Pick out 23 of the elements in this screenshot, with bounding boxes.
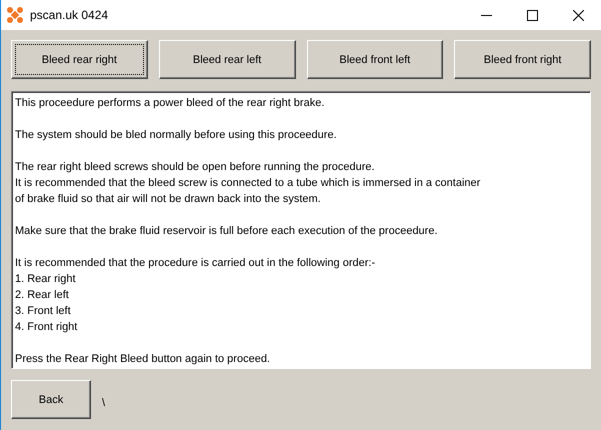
message-line: This proceedure performs a power bleed of the rear right brake. bbox=[15, 96, 326, 111]
minimize-icon[interactable] bbox=[480, 14, 492, 16]
message-line: It is recommended that the bleed screw is connected to a tube which is immersed in a container bbox=[15, 176, 482, 191]
bleed-button[interactable]: Bleed front right bbox=[454, 40, 591, 79]
message-line: 1. Rear right bbox=[15, 272, 77, 287]
bleed-button[interactable]: Bleed rear right bbox=[11, 40, 148, 79]
status-text: \ bbox=[102, 396, 106, 408]
message-line: of brake fluid so that air will not be drawn back into the system. bbox=[15, 192, 322, 207]
message-line: The system should be bled normally before using this proceedure. bbox=[15, 128, 338, 143]
bleed-button[interactable]: Bleed rear left bbox=[158, 40, 296, 79]
bleed-button[interactable]: Bleed front left bbox=[306, 40, 444, 79]
message-line: 4. Front right bbox=[15, 320, 78, 335]
back-button[interactable]: Back bbox=[11, 380, 91, 419]
message-line: It is recommended that the procedure is carried out in the following order:- bbox=[15, 256, 376, 271]
maximize-icon[interactable] bbox=[526, 10, 538, 20]
message-line: Make sure that the brake fluid reservoir is full before each execution of the proceedure. bbox=[15, 224, 439, 239]
window-title: pscan.uk 0424 bbox=[30, 8, 110, 22]
app-logo-icon bbox=[7, 7, 23, 23]
close-icon[interactable] bbox=[572, 10, 584, 20]
message-line: 3. Front left bbox=[15, 304, 72, 319]
message-line: The rear right bleed screws should be open before running the procedure. bbox=[15, 160, 376, 175]
message-line: Press the Rear Right Bleed button again to proceed. bbox=[15, 352, 271, 367]
message-line: 2. Rear left bbox=[15, 288, 70, 303]
